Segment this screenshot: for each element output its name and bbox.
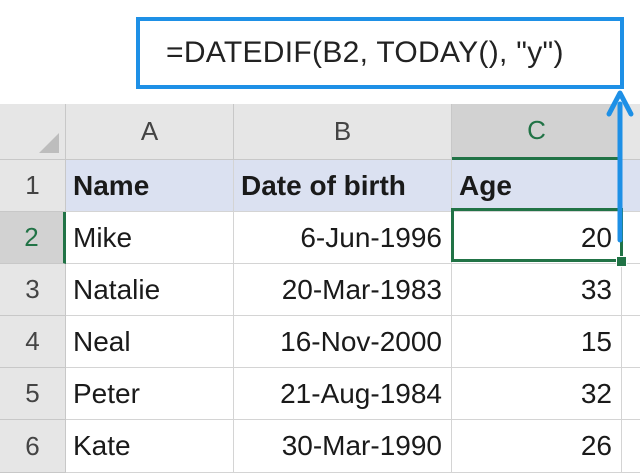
cell-b4[interactable]: 16-Nov-2000	[234, 316, 452, 368]
formula-area: =DATEDIF(B2, TODAY(), "y")	[0, 0, 640, 104]
cell-c4[interactable]: 15	[452, 316, 622, 368]
cell-d1[interactable]	[622, 160, 640, 212]
cell-a4[interactable]: Neal	[66, 316, 234, 368]
cell-d4[interactable]	[622, 316, 640, 368]
row-header-4[interactable]: 4	[0, 316, 66, 368]
select-all-triangle-icon	[39, 133, 59, 153]
cell-b2[interactable]: 6-Jun-1996	[234, 212, 452, 264]
cell-b3[interactable]: 20-Mar-1983	[234, 264, 452, 316]
select-all-button[interactable]	[0, 104, 66, 160]
cell-b5[interactable]: 21-Aug-1984	[234, 368, 452, 420]
row-header-3[interactable]: 3	[0, 264, 66, 316]
cell-d5[interactable]	[622, 368, 640, 420]
cell-a5[interactable]: Peter	[66, 368, 234, 420]
fill-handle[interactable]	[616, 256, 627, 267]
column-header-a[interactable]: A	[66, 104, 234, 160]
cell-c2[interactable]: 20	[452, 212, 622, 264]
row-header-5[interactable]: 5	[0, 368, 66, 420]
column-header-b[interactable]: B	[234, 104, 452, 160]
cell-c6[interactable]: 26	[452, 420, 622, 473]
row-header-1[interactable]: 1	[0, 160, 66, 212]
cell-a3[interactable]: Natalie	[66, 264, 234, 316]
cell-c1[interactable]: Age	[452, 160, 622, 212]
cell-c3[interactable]: 33	[452, 264, 622, 316]
row-header-2[interactable]: 2	[0, 212, 66, 264]
column-header-c[interactable]: C	[452, 104, 622, 160]
cell-a6[interactable]: Kate	[66, 420, 234, 473]
cell-b6[interactable]: 30-Mar-1990	[234, 420, 452, 473]
row-header-6[interactable]: 6	[0, 420, 66, 473]
cell-c5[interactable]: 32	[452, 368, 622, 420]
cell-d3[interactable]	[622, 264, 640, 316]
cell-a2[interactable]: Mike	[66, 212, 234, 264]
column-header-d[interactable]	[622, 104, 640, 160]
cell-d6[interactable]	[622, 420, 640, 473]
formula-bar[interactable]: =DATEDIF(B2, TODAY(), "y")	[136, 17, 624, 89]
cell-b1[interactable]: Date of birth	[234, 160, 452, 212]
formula-text: =DATEDIF(B2, TODAY(), "y")	[166, 36, 564, 69]
spreadsheet-grid: A B C 1 2 3 4 5 6 Name Date of birth Age…	[0, 104, 640, 473]
cell-a1[interactable]: Name	[66, 160, 234, 212]
